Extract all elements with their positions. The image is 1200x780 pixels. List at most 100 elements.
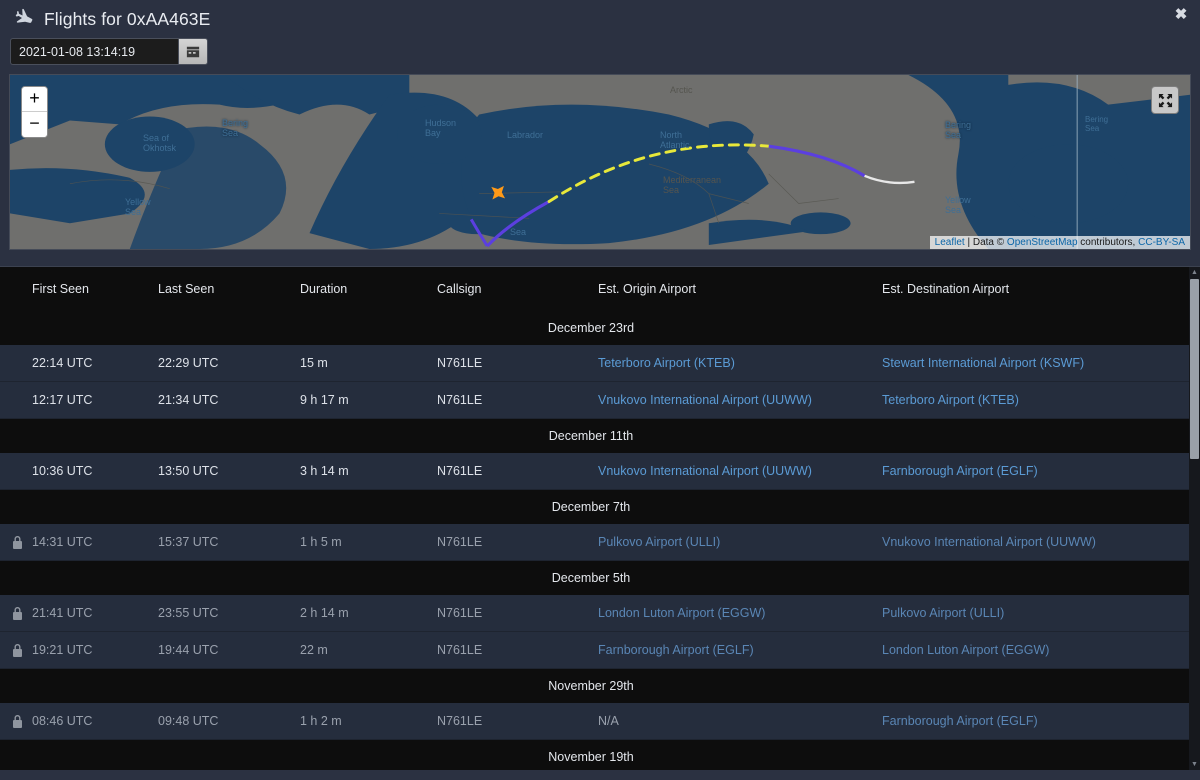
cell-first-seen: 10:36 UTC [16,453,158,490]
cell-duration: 2 h 14 m [300,595,437,632]
scrollbar-thumb[interactable] [1190,279,1199,459]
cell-destination-airport[interactable]: Vnukovo International Airport (UUWW) [882,524,1190,561]
cell-destination-airport[interactable]: Farnborough Airport (EGLF) [882,703,1190,740]
cell-last-seen: 09:48 UTC [158,703,300,740]
license-link[interactable]: CC-BY-SA [1138,237,1185,248]
table-row[interactable]: 22:14 UTC 22:29 UTC 15 m N761LE Teterboro Ai… [0,345,1190,382]
cell-destination-airport-link[interactable]: Vnukovo International Airport (UUWW) [882,535,1096,549]
cell-last-seen: 15:37 UTC [158,524,300,561]
cell-origin-airport[interactable]: Teterboro Airport (KTEB) [598,345,882,382]
cell-destination-airport-link[interactable]: London Luton Airport (EGGW) [882,643,1049,657]
attr-data-prefix: Data © [972,237,1007,248]
date-separator-label: December 23rd [0,311,1190,345]
col-last-seen[interactable]: Last Seen [158,267,300,311]
cell-destination-airport-link[interactable]: Farnborough Airport (EGLF) [882,464,1038,478]
cell-callsign: N761LE [437,631,598,669]
cell-last-seen: 19:44 UTC [158,631,300,669]
cell-origin-airport-link[interactable]: Vnukovo International Airport (UUWW) [598,464,812,478]
cell-duration: 15 m [300,345,437,382]
cell-first-seen: 22:14 UTC [16,345,158,382]
row-lock-icon-cell [0,595,22,632]
date-separator-label: December 7th [0,489,1190,524]
cell-origin-airport-link[interactable]: Pulkovo Airport (ULLI) [598,535,720,549]
cell-destination-airport-link[interactable]: Farnborough Airport (EGLF) [882,714,1038,728]
cell-last-seen: 23:55 UTC [158,595,300,632]
title-label: Flights for 0xAA463E [44,9,211,29]
table-header: First Seen Last Seen Duration Callsign E… [0,267,1190,311]
map-tiles [10,75,1190,249]
map-zoom-control[interactable]: + − [21,86,48,138]
col-origin-airport[interactable]: Est. Origin Airport [598,267,882,311]
date-separator-label: December 11th [0,418,1190,453]
cell-destination-airport[interactable]: Teterboro Airport (KTEB) [882,381,1190,419]
col-callsign[interactable]: Callsign [437,267,598,311]
cell-callsign: N761LE [437,453,598,490]
row-lock-icon-cell [0,631,22,669]
cell-destination-airport[interactable]: Farnborough Airport (EGLF) [882,453,1190,490]
cell-callsign: N761LE [437,381,598,419]
cell-destination-airport-link[interactable]: Pulkovo Airport (ULLI) [882,606,1004,620]
openstreetmap-link[interactable]: OpenStreetMap [1007,237,1078,248]
cell-origin-airport[interactable]: Vnukovo International Airport (UUWW) [598,453,882,490]
cell-origin-airport[interactable]: London Luton Airport (EGGW) [598,595,882,632]
leaflet-link[interactable]: Leaflet [935,237,965,248]
cell-first-seen: 12:17 UTC [16,381,158,419]
date-separator-label: November 19th [0,739,1190,770]
date-separator-row: December 7th [0,489,1190,524]
scroll-up-icon[interactable]: ▲ [1189,267,1200,278]
cell-duration: 1 h 2 m [300,703,437,740]
date-input[interactable] [10,38,178,65]
attr-separator: | [964,237,973,248]
cell-destination-airport[interactable]: Pulkovo Airport (ULLI) [882,595,1190,632]
zoom-out-button[interactable]: − [22,112,47,137]
date-separator-label: November 29th [0,668,1190,703]
zoom-in-button[interactable]: + [22,87,47,112]
cell-first-seen: 14:31 UTC [16,524,158,561]
cell-destination-airport-link[interactable]: Stewart International Airport (KSWF) [882,356,1084,370]
window-titlebar: Flights for 0xAA463E ✖ [0,0,1200,38]
col-destination-airport[interactable]: Est. Destination Airport [882,267,1190,311]
cell-duration: 1 h 5 m [300,524,437,561]
col-duration[interactable]: Duration [300,267,437,311]
date-picker-bar [0,38,1200,74]
date-separator-row: November 19th [0,739,1190,770]
page-title: Flights for 0xAA463E [13,7,210,30]
date-separator-label: December 5th [0,560,1190,595]
cell-origin-airport[interactable]: Vnukovo International Airport (UUWW) [598,381,882,419]
cell-duration: 9 h 17 m [300,381,437,419]
cell-callsign: N761LE [437,524,598,561]
cell-origin-airport-link[interactable]: Teterboro Airport (KTEB) [598,356,735,370]
table-scrollbar[interactable]: ▲ ▼ [1189,267,1200,770]
cell-origin-airport-link[interactable]: Vnukovo International Airport (UUWW) [598,393,812,407]
cell-last-seen: 21:34 UTC [158,381,300,419]
table-row[interactable]: 14:31 UTC 15:37 UTC 1 h 5 m N761LE Pulkovo A… [0,524,1190,561]
table-row[interactable]: 08:46 UTC 09:48 UTC 1 h 2 m N761LE N/A Farnbo… [0,703,1190,740]
table-row[interactable]: 19:21 UTC 19:44 UTC 22 m N761LE Farnborough … [0,631,1190,669]
calendar-icon [186,46,200,57]
row-lock-icon-cell [0,703,22,740]
row-lock-placeholder [0,453,16,490]
scroll-down-icon[interactable]: ▼ [1189,759,1200,770]
airplane-icon [13,7,35,29]
table-row[interactable]: 12:17 UTC 21:34 UTC 9 h 17 m N761LE Vnukovo … [0,381,1190,419]
cell-duration: 3 h 14 m [300,453,437,490]
cell-origin-airport[interactable]: Farnborough Airport (EGLF) [598,631,882,669]
cell-origin-airport[interactable]: Pulkovo Airport (ULLI) [598,524,882,561]
cell-origin-airport-link[interactable]: Farnborough Airport (EGLF) [598,643,754,657]
table-header-row: First Seen Last Seen Duration Callsign E… [0,267,1190,311]
cell-callsign: N761LE [437,595,598,632]
cell-last-seen: 13:50 UTC [158,453,300,490]
table-row[interactable]: 21:41 UTC 23:55 UTC 2 h 14 m N761LE London L… [0,595,1190,632]
fullscreen-expand-icon[interactable] [1151,86,1179,114]
cell-first-seen: 19:21 UTC [16,631,158,669]
cell-origin-airport-link[interactable]: London Luton Airport (EGGW) [598,606,765,620]
col-first-seen[interactable]: First Seen [16,267,158,311]
date-separator-row: December 11th [0,418,1190,453]
close-icon[interactable]: ✖ [1171,5,1191,25]
table-row[interactable]: 10:36 UTC 13:50 UTC 3 h 14 m N761LE Vnukovo … [0,453,1190,490]
calendar-icon-button[interactable] [178,38,208,65]
flight-map[interactable]: Bering Sea Bering Sea Bering Sea Arctic Hud… [9,74,1191,250]
cell-destination-airport-link[interactable]: Teterboro Airport (KTEB) [882,393,1019,407]
cell-destination-airport[interactable]: London Luton Airport (EGGW) [882,631,1190,669]
cell-destination-airport[interactable]: Stewart International Airport (KSWF) [882,345,1190,382]
